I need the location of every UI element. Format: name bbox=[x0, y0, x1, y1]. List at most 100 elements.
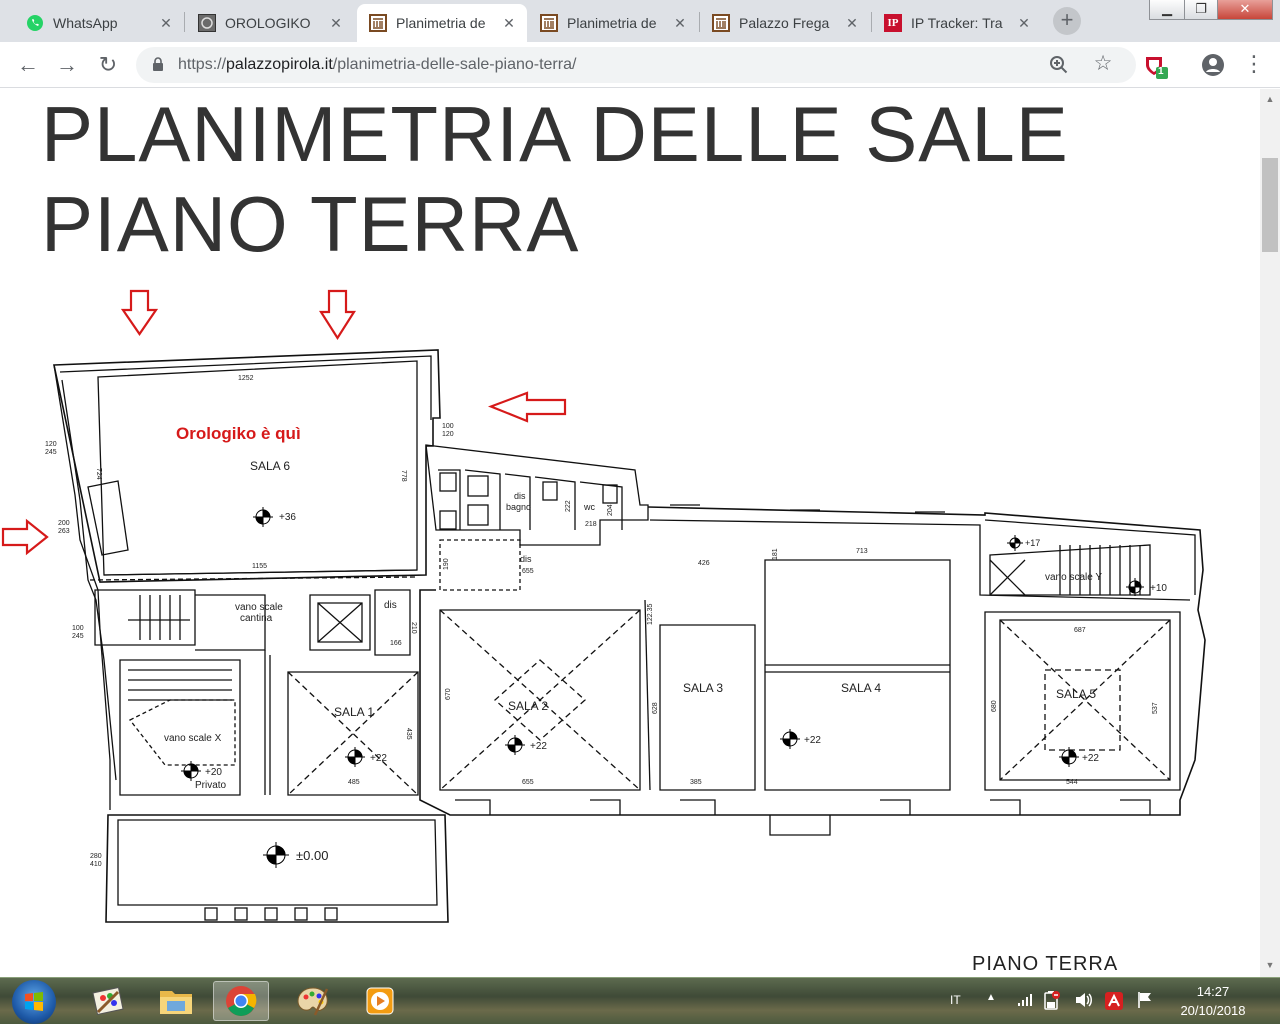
level-value: +36 bbox=[279, 512, 296, 523]
clock-time: 14:27 bbox=[1196, 984, 1230, 999]
chrome-icon[interactable] bbox=[213, 981, 269, 1021]
tab-orologiko[interactable]: OROLOGIKO ✕ bbox=[186, 4, 354, 42]
dimension: 280 410 bbox=[90, 853, 102, 868]
page-content: PLANIMETRIA DELLE SALE PIANO TERRA Orolo… bbox=[0, 89, 1260, 977]
dimension: 778 bbox=[400, 470, 407, 482]
bookmark-star-icon[interactable]: ☆ bbox=[1091, 52, 1115, 76]
vano-scale-label: vano scale bbox=[235, 602, 283, 613]
level-value: +20 bbox=[205, 767, 222, 778]
level-value: +22 bbox=[530, 741, 547, 752]
piano-terra-label: PIANO TERRA bbox=[972, 953, 1118, 975]
room-label-sala6: SALA 6 bbox=[250, 459, 290, 473]
zoom-icon[interactable] bbox=[1048, 54, 1070, 76]
extension-shield-icon[interactable]: 1 bbox=[1143, 54, 1169, 80]
battery-warning-icon[interactable] bbox=[1043, 990, 1061, 1010]
scroll-down-arrow-icon[interactable]: ▼ bbox=[1264, 960, 1276, 972]
dimension: 687 bbox=[1074, 627, 1086, 634]
language-indicator[interactable]: IT bbox=[950, 993, 961, 1007]
dimension: 210 bbox=[410, 622, 417, 634]
room-label-sala2: SALA 2 bbox=[508, 699, 548, 713]
extension-badge-count: 1 bbox=[1158, 66, 1164, 77]
tab-title: WhatsApp bbox=[53, 15, 118, 31]
dimension: 1155 bbox=[252, 563, 267, 570]
clock-date: 20/10/2018 bbox=[1180, 1003, 1246, 1018]
tab-title: Palazzo Frega bbox=[739, 15, 830, 31]
wc-label: wc bbox=[583, 502, 595, 512]
close-window-button[interactable]: ✕ bbox=[1217, 0, 1273, 20]
file-explorer-icon[interactable] bbox=[148, 981, 204, 1021]
level-value: +22 bbox=[804, 735, 821, 746]
dis-label: dis bbox=[514, 491, 526, 501]
dimension: 655 bbox=[522, 568, 534, 575]
scroll-up-arrow-icon[interactable]: ▲ bbox=[1264, 94, 1276, 106]
scrollbar-thumb[interactable] bbox=[1262, 158, 1278, 252]
volume-icon[interactable] bbox=[1074, 991, 1094, 1009]
level-marker bbox=[345, 747, 365, 767]
dimension: 222 bbox=[565, 500, 572, 512]
level-marker bbox=[1007, 535, 1023, 551]
dimension: 204 bbox=[607, 504, 614, 516]
tab-planimetria-active[interactable]: Planimetria de ✕ bbox=[357, 4, 527, 42]
menu-kebab-icon[interactable]: ⋮ bbox=[1243, 53, 1265, 77]
dimension: 218 bbox=[585, 521, 597, 528]
close-tab-icon[interactable]: ✕ bbox=[499, 15, 519, 32]
tab-planimetria-2[interactable]: Planimetria de ✕ bbox=[528, 4, 698, 42]
tab-whatsapp[interactable]: WhatsApp ✕ bbox=[14, 4, 184, 42]
level-marker bbox=[263, 842, 289, 868]
level-marker bbox=[505, 735, 525, 755]
account-avatar-icon[interactable] bbox=[1201, 53, 1225, 77]
dimension: 122.35 bbox=[647, 603, 654, 625]
room-label-sala5: SALA 5 bbox=[1056, 687, 1096, 701]
dimension: 435 bbox=[405, 728, 412, 740]
close-tab-icon[interactable]: ✕ bbox=[670, 15, 690, 32]
tab-title: Planimetria de bbox=[396, 15, 486, 31]
red-right-arrow-icon bbox=[1, 518, 49, 556]
show-hidden-icons-arrow-icon[interactable]: ▲ bbox=[986, 992, 996, 1003]
network-signal-icon[interactable] bbox=[1017, 993, 1033, 1007]
system-clock[interactable]: 14:27 20/10/2018 bbox=[1163, 982, 1263, 1020]
dimension: 166 bbox=[390, 640, 402, 647]
back-arrow-icon[interactable]: ← bbox=[15, 52, 41, 78]
forward-arrow-icon[interactable]: → bbox=[54, 52, 80, 78]
tab-ip-tracker[interactable]: IP IP Tracker: Tra ✕ bbox=[872, 4, 1042, 42]
level-marker bbox=[253, 507, 273, 527]
dimension: 120 245 bbox=[45, 441, 57, 456]
privato-label: Privato bbox=[195, 780, 227, 791]
level-value: +22 bbox=[1082, 753, 1099, 764]
palazzo-favicon-icon bbox=[712, 14, 730, 32]
close-tab-icon[interactable]: ✕ bbox=[842, 15, 862, 32]
dimension: 200 263 bbox=[58, 520, 70, 535]
maximize-window-button[interactable]: ❐ bbox=[1184, 0, 1218, 20]
dimension: 426 bbox=[698, 560, 710, 567]
level-value: ±0.00 bbox=[296, 848, 328, 863]
dimension: 713 bbox=[856, 548, 868, 555]
tab-strip: WhatsApp ✕ OROLOGIKO ✕ Planimetria de ✕ … bbox=[0, 0, 1280, 42]
avira-antivirus-icon[interactable] bbox=[1104, 991, 1124, 1011]
paint-palette-icon[interactable] bbox=[285, 981, 341, 1021]
windows-taskbar: IT ▲ 14:27 20/10/2018 bbox=[0, 977, 1280, 1024]
palazzo-favicon-icon bbox=[369, 14, 387, 32]
level-value: +22 bbox=[370, 753, 387, 764]
level-value: +17 bbox=[1025, 538, 1040, 548]
reload-icon[interactable]: ↻ bbox=[95, 52, 121, 78]
orologiko-favicon-icon bbox=[198, 14, 216, 32]
minimize-window-button[interactable]: ▁ bbox=[1149, 0, 1185, 20]
dimension: 544 bbox=[1066, 779, 1078, 786]
browser-toolbar: ← → ↻ https://palazzopirola.it/planimetr… bbox=[0, 42, 1280, 88]
close-tab-icon[interactable]: ✕ bbox=[1014, 15, 1034, 32]
dimension: 485 bbox=[348, 779, 360, 786]
close-tab-icon[interactable]: ✕ bbox=[326, 15, 346, 32]
room-label-sala4: SALA 4 bbox=[841, 681, 881, 695]
action-center-flag-icon[interactable] bbox=[1136, 991, 1154, 1009]
windows-start-icon[interactable] bbox=[12, 980, 56, 1024]
tab-palazzo-frega[interactable]: Palazzo Frega ✕ bbox=[700, 4, 870, 42]
media-player-icon[interactable] bbox=[352, 981, 408, 1021]
close-tab-icon[interactable]: ✕ bbox=[156, 15, 176, 32]
dis-label: dis bbox=[520, 554, 532, 564]
new-tab-button[interactable]: + bbox=[1053, 7, 1081, 35]
level-marker bbox=[780, 729, 800, 749]
room-label-sala1: SALA 1 bbox=[334, 705, 374, 719]
palazzo-favicon-icon bbox=[540, 14, 558, 32]
paint-icon[interactable] bbox=[80, 981, 136, 1021]
address-bar[interactable]: https://palazzopirola.it/planimetria-del… bbox=[136, 47, 1136, 83]
